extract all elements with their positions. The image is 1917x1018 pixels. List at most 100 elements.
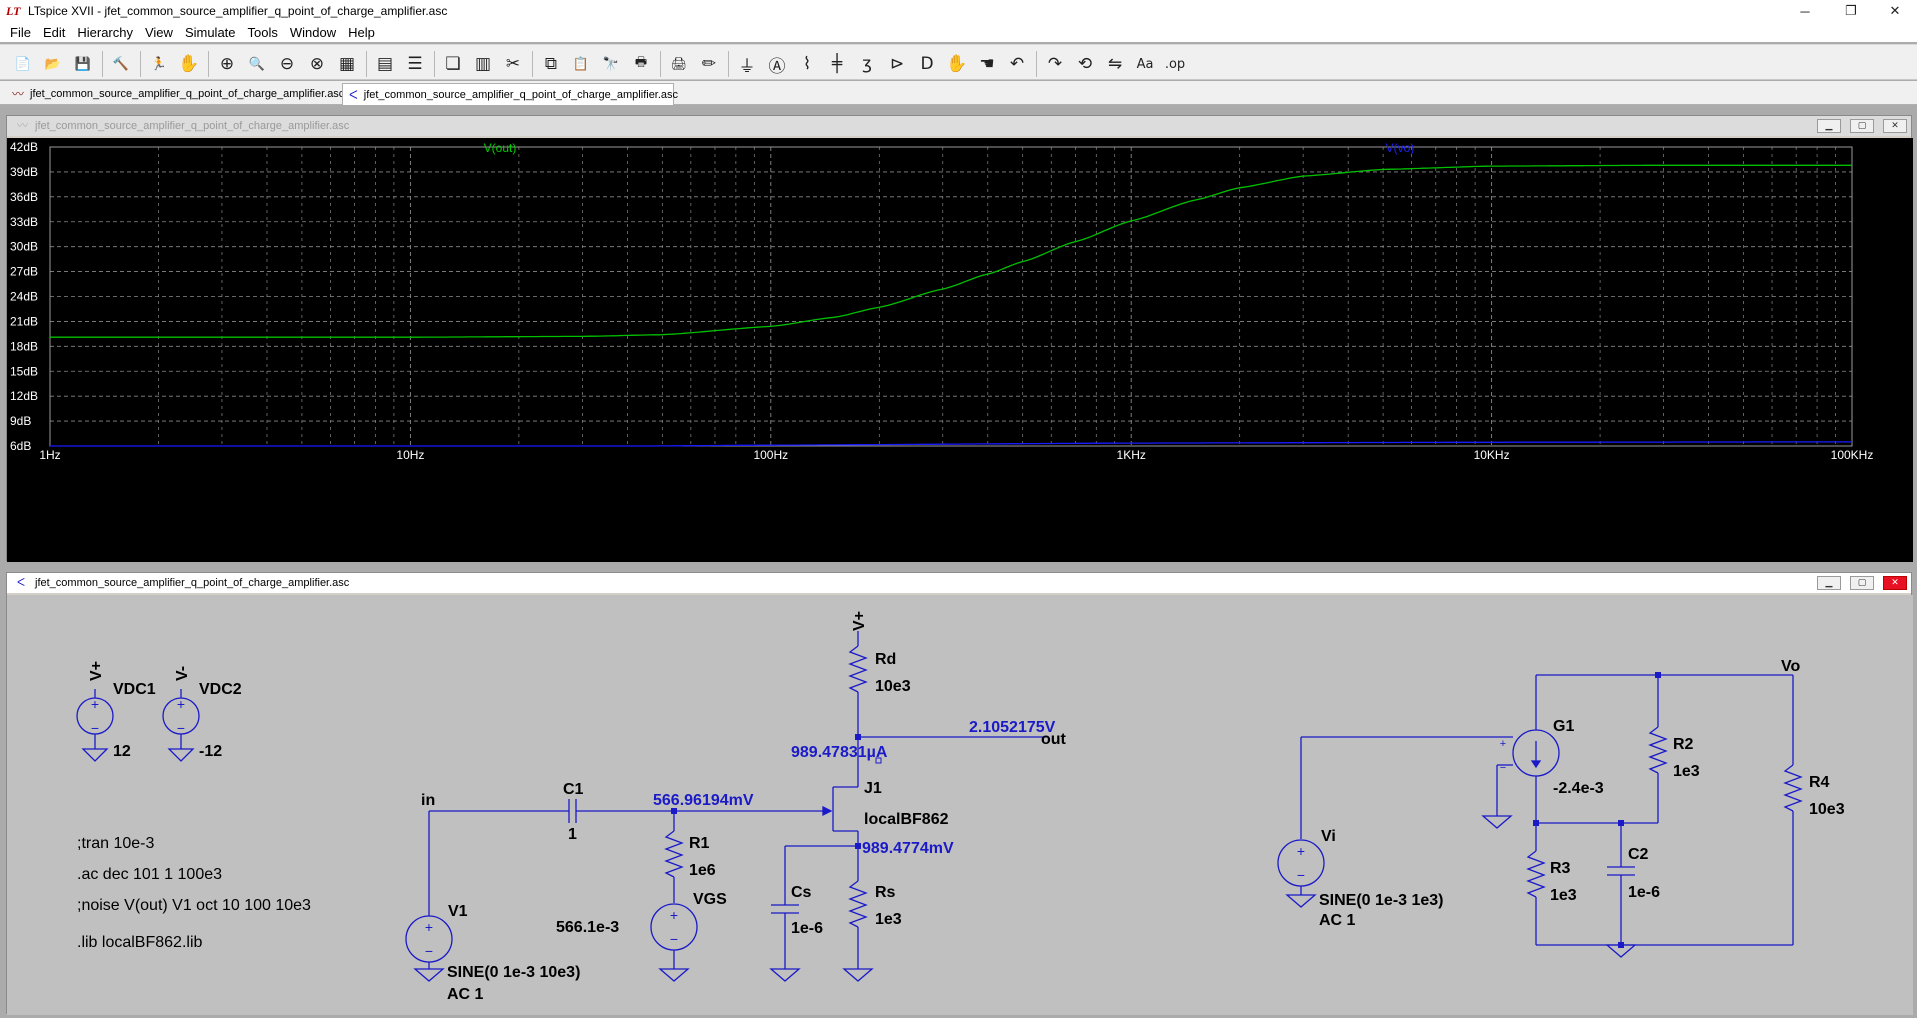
capacitor-icon[interactable]: ╪ [824, 51, 850, 77]
directive-tran: ;tran 10e-3 [77, 835, 154, 852]
toolbar-separator [532, 51, 533, 77]
r4-value: 10e3 [1809, 801, 1845, 818]
menu-window[interactable]: Window [284, 25, 342, 40]
redo-icon[interactable]: ↷ [1042, 51, 1068, 77]
diode-icon[interactable]: ⊳ [884, 51, 910, 77]
y-tick-label: 15dB [10, 364, 38, 378]
op-v-gate: 566.96194mV [653, 792, 754, 809]
component-icon[interactable]: D [914, 51, 940, 77]
v1-name: V1 [448, 903, 468, 920]
close-button[interactable]: ✕ [1872, 0, 1917, 22]
new-schematic-icon[interactable]: 📄 [10, 51, 36, 77]
waveform-panel: 〰 jfet_common_source_amplifier_q_point_o… [6, 115, 1913, 562]
toolbar: 📄 📂 💾 🔨 🏃 ✋ ⊕ 🔍 ⊖ ⊗ ▦ ▤ ☰ ❏ ▥ ✂ ⧉ 📋 🔭 🖶 🖨 ✏ ⏚ Ⓐ ⌇ ╪ ʒ ⊳ D ✋ ☚ ↶ ↷ ⟲ ⇋ Aa .op [0, 44, 1917, 80]
autorange-icon[interactable]: ▦ [334, 51, 360, 77]
y-tick-label: 42dB [10, 140, 38, 154]
toolbar-separator [728, 51, 729, 77]
print-setup-icon[interactable]: 🖨 [666, 51, 692, 77]
toolbar-separator [660, 51, 661, 77]
mirror-icon[interactable]: ⇋ [1102, 51, 1128, 77]
menu-bar: File Edit Hierarchy View Simulate Tools … [0, 22, 1917, 42]
menu-tools[interactable]: Tools [242, 25, 284, 40]
draw-wire-icon[interactable]: ✏ [696, 51, 722, 77]
waveform-panel-title: 〰 jfet_common_source_amplifier_q_point_o… [7, 116, 1911, 136]
spice-directive-icon[interactable]: .op [1162, 51, 1188, 77]
restore-button[interactable]: ❐ [1828, 0, 1874, 22]
control-panel-icon[interactable]: 🔨 [108, 51, 134, 77]
rotate-icon[interactable]: ⟲ [1072, 51, 1098, 77]
title-bar: LT LTspice XVII - jfet_common_source_amp… [0, 0, 1917, 22]
open-icon[interactable]: 📂 [40, 51, 66, 77]
waveform-panel-title-text: jfet_common_source_amplifier_q_point_of_… [35, 120, 350, 132]
copy-icon[interactable]: ⧉ [538, 51, 564, 77]
schematic-minimize-button[interactable]: ▁ [1817, 576, 1841, 590]
pan-icon[interactable]: 🔍 [244, 51, 270, 77]
window-title: LTspice XVII - jfet_common_source_amplif… [28, 4, 448, 18]
waveform-icon: 〰 [12, 87, 25, 101]
r3-name: R3 [1550, 860, 1571, 877]
waveform-close-button[interactable]: ✕ [1883, 119, 1907, 133]
directive-noise: ;noise V(out) V1 oct 10 100 10e3 [77, 897, 311, 914]
ground-icon[interactable]: ⏚ [734, 51, 760, 77]
move-icon[interactable]: ✋ [944, 51, 970, 77]
toolbar-separator [102, 51, 103, 77]
drag-icon[interactable]: ☚ [974, 51, 1000, 77]
undo-icon[interactable]: ↶ [1004, 51, 1030, 77]
cut-icon[interactable]: ✂ [500, 51, 526, 77]
c2-value: 1e-6 [1628, 884, 1660, 901]
paste-icon[interactable]: 📋 [568, 51, 594, 77]
schematic-maximize-button[interactable]: ▢ [1850, 576, 1874, 590]
trace-label-vvo[interactable]: V(vo) [1386, 141, 1415, 155]
waveform-plot[interactable]: 42dB 39dB 36dB 33dB 30dB 27dB 24dB 21dB 18dB 15dB… [7, 138, 1913, 562]
menu-edit[interactable]: Edit [37, 25, 71, 40]
r2-name: R2 [1673, 736, 1694, 753]
schematic-panel-title: ᐸ jfet_common_source_amplifier_q_point_o… [7, 573, 1911, 593]
schematic-icon: ᐸ [17, 576, 26, 589]
schematic-panel: ᐸ jfet_common_source_amplifier_q_point_o… [6, 572, 1913, 1015]
net-label-in: in [421, 792, 435, 809]
tab-label: jfet_common_source_amplifier_q_point_of_… [363, 88, 679, 101]
label-net-icon[interactable]: Ⓐ [764, 51, 790, 77]
waveform-icon: 〰 [17, 119, 28, 132]
menu-hierarchy[interactable]: Hierarchy [71, 25, 139, 40]
menu-file[interactable]: File [4, 25, 37, 40]
y-tick-label: 21dB [10, 314, 38, 328]
menu-help[interactable]: Help [342, 25, 381, 40]
menu-view[interactable]: View [139, 25, 179, 40]
zoom-out-icon[interactable]: ⊖ [274, 51, 300, 77]
tab-label: jfet_common_source_amplifier_q_point_of_… [30, 88, 345, 100]
tile-vertical-icon[interactable]: ▥ [470, 51, 496, 77]
trace-label-vout[interactable]: V(out) [484, 141, 517, 155]
zoom-in-icon[interactable]: ⊕ [214, 51, 240, 77]
print-icon[interactable]: 🖶 [628, 51, 654, 77]
vi-name: Vi [1321, 828, 1336, 845]
menu-simulate[interactable]: Simulate [179, 25, 242, 40]
cs-name: Cs [791, 884, 812, 901]
schematic-canvas[interactable]: + − + − + − + − + − + − V+ VDC1 12 V- VDC2 -12… [7, 595, 1913, 1015]
y-tick-label: 36dB [10, 190, 38, 204]
tab-waveform[interactable]: 〰 jfet_common_source_amplifier_q_point_o… [6, 83, 344, 105]
j1-model: localBF862 [864, 811, 949, 828]
plot-settings-icon[interactable]: ▤ [372, 51, 398, 77]
schematic-close-button[interactable]: ✕ [1883, 576, 1907, 590]
halt-icon[interactable]: ✋ [176, 51, 202, 77]
tab-schematic[interactable]: ᐸ jfet_common_source_amplifier_q_point_o… [342, 83, 678, 105]
zoom-fit-icon[interactable]: ⊗ [304, 51, 330, 77]
r1-value: 1e6 [689, 862, 716, 879]
find-icon[interactable]: 🔭 [598, 51, 624, 77]
svg-text:+: + [425, 919, 433, 935]
resistor-icon[interactable]: ⌇ [794, 51, 820, 77]
minimize-button[interactable]: ─ [1782, 0, 1828, 22]
run-icon[interactable]: 🏃 [146, 51, 172, 77]
text-icon[interactable]: Aa [1132, 51, 1158, 77]
waveform-maximize-button[interactable]: ▢ [1850, 119, 1874, 133]
toolbar-separator [434, 51, 435, 77]
v1-value2: AC 1 [447, 986, 484, 1003]
save-icon[interactable]: 💾 [70, 51, 96, 77]
cascade-icon[interactable]: ❏ [440, 51, 466, 77]
waveform-minimize-button[interactable]: ▁ [1817, 119, 1841, 133]
svg-text:+: + [177, 696, 185, 712]
tile-horizontal-icon[interactable]: ☰ [402, 51, 428, 77]
inductor-icon[interactable]: ʒ [854, 51, 880, 77]
x-tick-label: 100KHz [1831, 448, 1874, 462]
